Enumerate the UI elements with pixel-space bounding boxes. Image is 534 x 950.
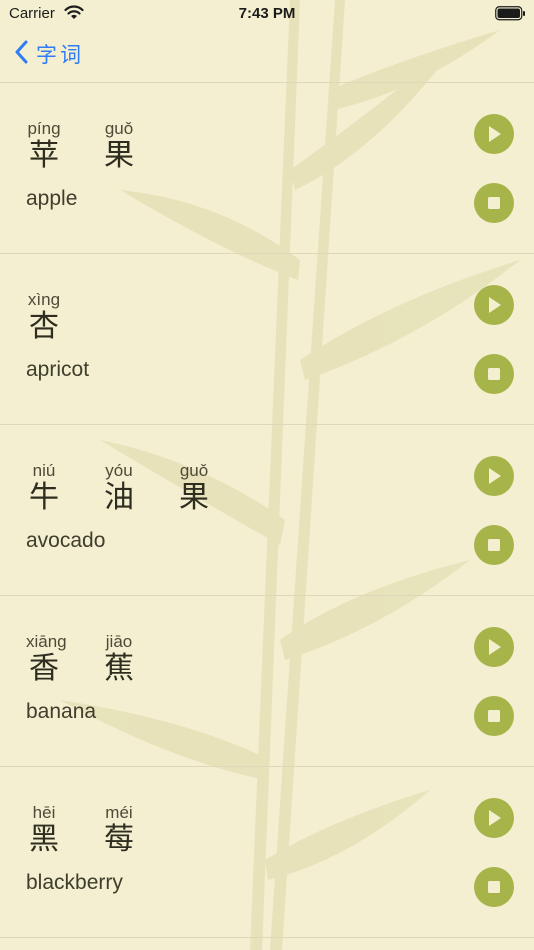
back-button[interactable]: 字词 xyxy=(14,38,84,70)
list-item: niú 牛 yóu 油 guǒ 果 avocado xyxy=(0,425,534,596)
stop-button[interactable] xyxy=(474,183,514,223)
hanzi-label: 果 xyxy=(104,138,134,173)
hanzi-label: 香 xyxy=(29,651,59,686)
character: niú 牛 xyxy=(26,461,62,515)
hanzi-label: 果 xyxy=(179,480,209,515)
stop-icon xyxy=(488,881,500,893)
hanzi-label: 蕉 xyxy=(104,651,134,686)
pinyin-label: hēi xyxy=(32,803,56,822)
hanzi-label: 杏 xyxy=(29,309,59,344)
pinyin-label: méi xyxy=(105,803,133,822)
english-meaning: blackberry xyxy=(26,871,123,894)
pinyin-label: guǒ xyxy=(179,461,209,480)
pinyin-label: guǒ xyxy=(104,119,134,138)
pinyin-label: xìng xyxy=(27,290,61,309)
pinyin-label: jiāo xyxy=(105,632,133,651)
hanzi-label: 油 xyxy=(104,480,134,515)
pinyin-label: yóu xyxy=(105,461,133,480)
play-button[interactable] xyxy=(474,285,514,325)
battery-icon xyxy=(495,6,526,26)
back-label: 字词 xyxy=(36,43,84,67)
stop-icon xyxy=(488,197,500,209)
chevron-left-icon xyxy=(14,40,28,69)
play-button[interactable] xyxy=(474,456,514,496)
character: píng 苹 xyxy=(26,119,62,173)
list-item: hēi 黑 méi 莓 blackberry xyxy=(0,767,534,938)
english-meaning: apricot xyxy=(26,358,90,381)
stop-icon xyxy=(488,539,500,551)
list-item: xìng 杏 apricot xyxy=(0,254,534,425)
character: yóu 油 xyxy=(101,461,137,515)
list-item: píng 苹 guǒ 果 apple xyxy=(0,83,534,254)
play-icon xyxy=(489,639,501,655)
stop-button[interactable] xyxy=(474,867,514,907)
stop-icon xyxy=(488,368,500,380)
english-meaning: apple xyxy=(26,187,78,210)
hanzi-label: 莓 xyxy=(104,822,134,857)
status-time: 7:43 PM xyxy=(238,5,296,22)
play-icon xyxy=(489,468,501,484)
pinyin-label: xiāng xyxy=(26,632,67,651)
english-meaning: banana xyxy=(26,700,97,723)
english-meaning: avocado xyxy=(26,529,106,552)
status-bar: Carrier 7:43 PM xyxy=(0,0,534,28)
list-item: xiāng 香 jiāo 蕉 banana xyxy=(0,596,534,767)
stop-button[interactable] xyxy=(474,525,514,565)
word-list: píng 苹 guǒ 果 apple xìng 杏 apricot niú 牛 … xyxy=(0,83,534,938)
navigation-bar: 字词 xyxy=(0,28,534,83)
play-icon xyxy=(489,297,501,313)
play-icon xyxy=(489,126,501,142)
play-button[interactable] xyxy=(474,798,514,838)
stop-button[interactable] xyxy=(474,696,514,736)
character: méi 莓 xyxy=(101,803,137,857)
hanzi-label: 黑 xyxy=(29,822,59,857)
character: guǒ 果 xyxy=(101,119,137,173)
hanzi-label: 牛 xyxy=(29,480,59,515)
stop-button[interactable] xyxy=(474,354,514,394)
play-button[interactable] xyxy=(474,114,514,154)
play-icon xyxy=(489,810,501,826)
character: hēi 黑 xyxy=(26,803,62,857)
character: xiāng 香 xyxy=(26,632,67,686)
stop-icon xyxy=(488,710,500,722)
hanzi-label: 苹 xyxy=(29,138,59,173)
character: xìng 杏 xyxy=(26,290,62,344)
pinyin-label: niú xyxy=(32,461,56,480)
pinyin-label: píng xyxy=(27,119,61,138)
play-button[interactable] xyxy=(474,627,514,667)
character: guǒ 果 xyxy=(176,461,212,515)
character: jiāo 蕉 xyxy=(101,632,137,686)
